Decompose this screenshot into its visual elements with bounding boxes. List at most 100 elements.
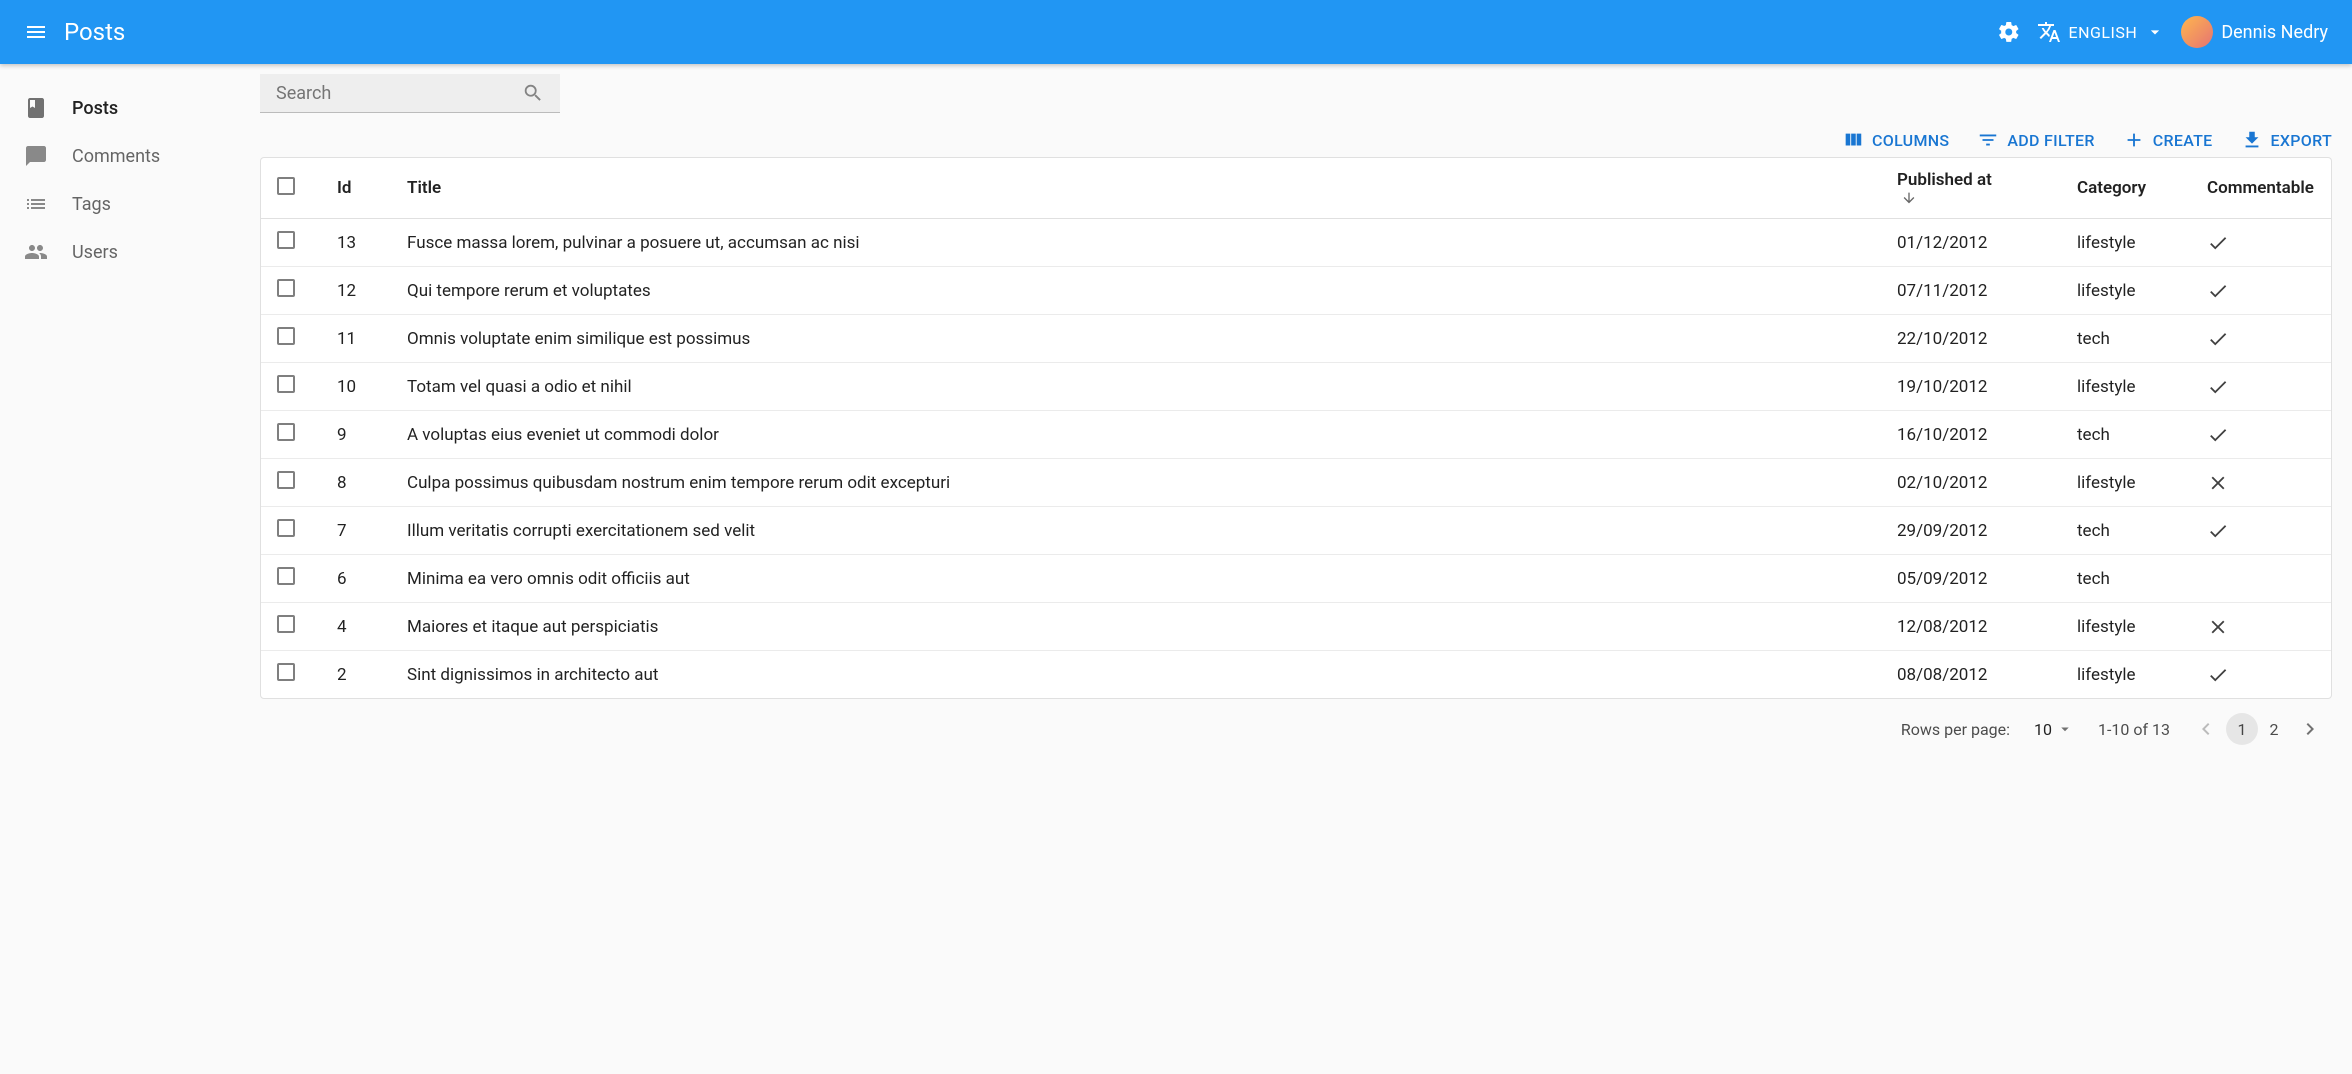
cell-title: Minima ea vero omnis odit officiis aut [391, 555, 1881, 603]
check-icon [2207, 376, 2315, 398]
header-published[interactable]: Published at [1881, 158, 2061, 219]
page-prev-button[interactable] [2194, 717, 2218, 741]
create-button[interactable]: CREATE [2123, 129, 2213, 151]
cell-commentable [2191, 603, 2331, 651]
hamburger-icon[interactable] [24, 20, 48, 44]
language-selector[interactable]: ENGLISH [2037, 20, 2166, 44]
sort-desc-icon [1897, 190, 2045, 206]
cell-published: 07/11/2012 [1881, 267, 2061, 315]
row-checkbox[interactable] [277, 471, 295, 489]
row-checkbox[interactable] [277, 663, 295, 681]
cell-id: 6 [321, 555, 391, 603]
row-checkbox[interactable] [277, 327, 295, 345]
cell-title: Fusce massa lorem, pulvinar a posuere ut… [391, 219, 1881, 267]
cell-category: tech [2061, 507, 2191, 555]
chat-icon [24, 144, 48, 168]
cell-commentable [2191, 459, 2331, 507]
table-row[interactable]: 8Culpa possimus quibusdam nostrum enim t… [261, 459, 2331, 507]
row-checkbox[interactable] [277, 567, 295, 585]
cell-commentable [2191, 411, 2331, 459]
cell-published: 29/09/2012 [1881, 507, 2061, 555]
table-row[interactable]: 2Sint dignissimos in architecto aut08/08… [261, 651, 2331, 699]
header-commentable[interactable]: Commentable [2191, 158, 2331, 219]
page-next-button[interactable] [2298, 717, 2322, 741]
sidebar-item-tags[interactable]: Tags [0, 180, 260, 228]
columns-label: COLUMNS [1872, 131, 1949, 150]
search-input-wrapper[interactable] [260, 74, 560, 113]
sidebar-item-users[interactable]: Users [0, 228, 260, 276]
cell-id: 11 [321, 315, 391, 363]
check-icon [2207, 520, 2315, 542]
sidebar-item-label: Posts [72, 98, 118, 119]
plus-icon [2123, 129, 2145, 151]
header-id[interactable]: Id [321, 158, 391, 219]
cell-title: Omnis voluptate enim similique est possi… [391, 315, 1881, 363]
page-title: Posts [64, 18, 125, 46]
create-label: CREATE [2153, 131, 2213, 150]
cell-id: 10 [321, 363, 391, 411]
book-icon [24, 96, 48, 120]
cell-id: 9 [321, 411, 391, 459]
page-1[interactable]: 1 [2226, 713, 2258, 745]
row-checkbox[interactable] [277, 519, 295, 537]
row-checkbox[interactable] [277, 231, 295, 249]
check-icon [2207, 664, 2315, 686]
table-row[interactable]: 12Qui tempore rerum et voluptates07/11/2… [261, 267, 2331, 315]
cell-id: 2 [321, 651, 391, 699]
cell-published: 02/10/2012 [1881, 459, 2061, 507]
export-button[interactable]: EXPORT [2241, 129, 2332, 151]
cell-title: Culpa possimus quibusdam nostrum enim te… [391, 459, 1881, 507]
export-label: EXPORT [2271, 131, 2332, 150]
row-checkbox[interactable] [277, 423, 295, 441]
table-row[interactable]: 4Maiores et itaque aut perspiciatis12/08… [261, 603, 2331, 651]
user-menu[interactable]: Dennis Nedry [2181, 16, 2328, 48]
cell-commentable [2191, 555, 2331, 603]
table-row[interactable]: 9A voluptas eius eveniet ut commodi dolo… [261, 411, 2331, 459]
header-category[interactable]: Category [2061, 158, 2191, 219]
page-2[interactable]: 2 [2258, 713, 2290, 745]
people-icon [24, 240, 48, 264]
cell-title: Sint dignissimos in architecto aut [391, 651, 1881, 699]
main-content: COLUMNS ADD FILTER CREATE EXPORT Id [260, 64, 2352, 785]
cell-published: 22/10/2012 [1881, 315, 2061, 363]
posts-table: Id Title Published at Category Commentab… [260, 157, 2332, 699]
sidebar-item-posts[interactable]: Posts [0, 84, 260, 132]
select-all-checkbox[interactable] [277, 177, 295, 195]
table-row[interactable]: 13Fusce massa lorem, pulvinar a posuere … [261, 219, 2331, 267]
table-row[interactable]: 7Illum veritatis corrupti exercitationem… [261, 507, 2331, 555]
row-checkbox[interactable] [277, 375, 295, 393]
sidebar-item-comments[interactable]: Comments [0, 132, 260, 180]
table-row[interactable]: 6Minima ea vero omnis odit officiis aut0… [261, 555, 2331, 603]
app-header: Posts ENGLISH Dennis Nedry [0, 0, 2352, 64]
rows-per-page-label: Rows per page: [1901, 720, 2010, 739]
rows-per-page-select[interactable]: 10 [2034, 720, 2074, 739]
cell-category: tech [2061, 411, 2191, 459]
row-checkbox[interactable] [277, 615, 295, 633]
cell-category: lifestyle [2061, 651, 2191, 699]
check-icon [2207, 280, 2315, 302]
cell-id: 13 [321, 219, 391, 267]
table-row[interactable]: 10Totam vel quasi a odio et nihil19/10/2… [261, 363, 2331, 411]
gear-icon [1997, 20, 2021, 44]
cell-category: lifestyle [2061, 459, 2191, 507]
cell-commentable [2191, 219, 2331, 267]
header-title[interactable]: Title [391, 158, 1881, 219]
table-row[interactable]: 11Omnis voluptate enim similique est pos… [261, 315, 2331, 363]
search-input[interactable] [276, 83, 522, 104]
cell-category: lifestyle [2061, 219, 2191, 267]
cell-published: 19/10/2012 [1881, 363, 2061, 411]
columns-icon [1842, 129, 1864, 151]
check-icon [2207, 232, 2315, 254]
sidebar-item-label: Comments [72, 146, 160, 167]
search-icon [522, 82, 544, 104]
cell-category: tech [2061, 555, 2191, 603]
row-checkbox[interactable] [277, 279, 295, 297]
cell-title: A voluptas eius eveniet ut commodi dolor [391, 411, 1881, 459]
settings-button[interactable] [1997, 20, 2021, 44]
check-icon [2207, 424, 2315, 446]
header-published-label: Published at [1897, 170, 1992, 190]
cell-published: 05/09/2012 [1881, 555, 2061, 603]
columns-button[interactable]: COLUMNS [1842, 129, 1949, 151]
add-filter-button[interactable]: ADD FILTER [1977, 129, 2094, 151]
avatar [2181, 16, 2213, 48]
